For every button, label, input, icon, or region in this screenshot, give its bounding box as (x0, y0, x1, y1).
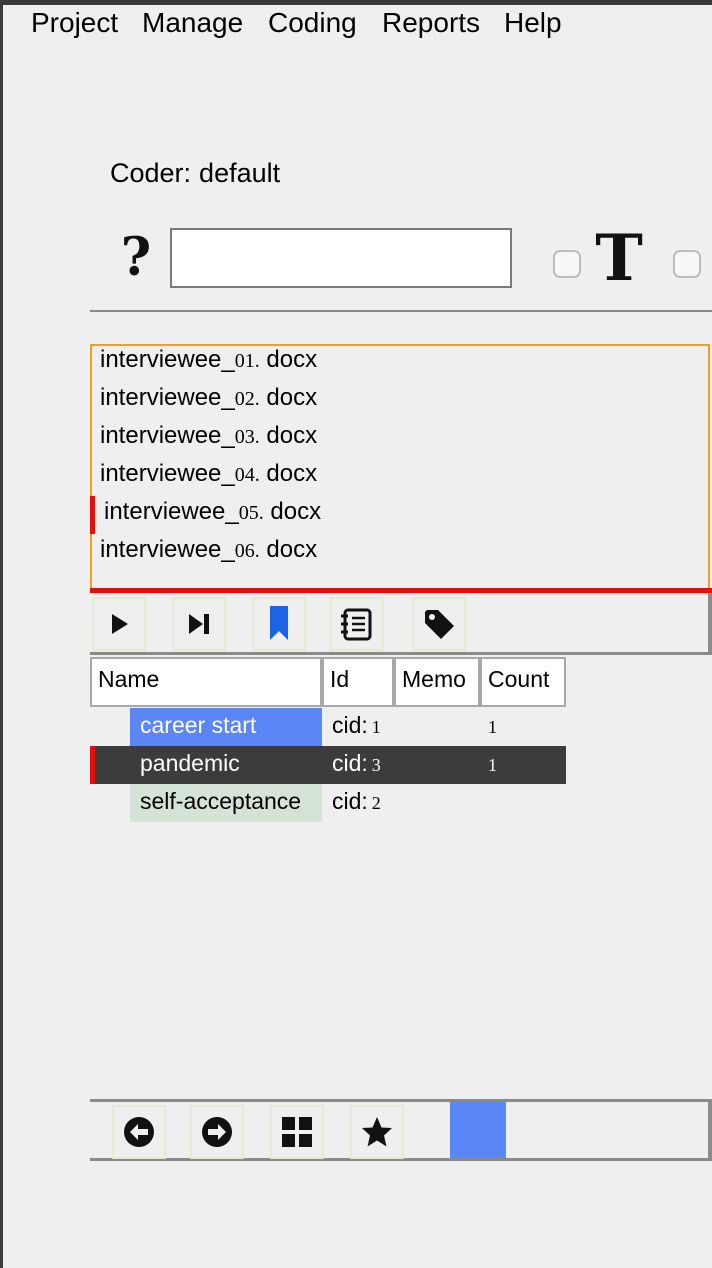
case-sensitive-checkbox[interactable] (553, 250, 581, 278)
menu-reports[interactable]: Reports (382, 5, 480, 41)
code-id-label: cid: (332, 712, 368, 738)
grid-icon (282, 1117, 312, 1147)
table-row[interactable]: self-acceptance cid: 2 (90, 784, 566, 822)
tag-icon (425, 610, 454, 639)
notebook-icon (341, 608, 372, 641)
toolbar-right-edge (708, 593, 712, 655)
file-name-stem: interviewee_ (100, 384, 235, 411)
bookmark-icon (270, 606, 288, 640)
document-toolbar (90, 593, 712, 655)
arrow-left-circle-icon (124, 1117, 154, 1147)
file-name-stem: interviewee_ (100, 536, 235, 563)
help-question-icon[interactable]: ? (114, 228, 158, 288)
code-name-cell[interactable]: career start (130, 708, 322, 746)
file-name-number: 02. (234, 388, 260, 410)
column-header-count[interactable]: Count (480, 657, 566, 707)
code-name-cell[interactable]: pandemic (130, 746, 322, 784)
file-list-item[interactable]: interviewee_04. docx (100, 460, 317, 498)
code-count-cell: 1 (488, 755, 497, 775)
menu-manage[interactable]: Manage (142, 5, 243, 41)
code-id-cell: cid: 3 (332, 746, 381, 782)
code-id-number: 3 (371, 755, 381, 775)
memo-button[interactable] (330, 597, 384, 651)
code-id-number: 1 (371, 717, 381, 737)
column-header-memo[interactable]: Memo (394, 657, 480, 707)
bookmark-button[interactable] (252, 597, 306, 651)
file-list-item[interactable]: interviewee_01. docx (100, 346, 317, 384)
skip-next-button[interactable] (172, 597, 226, 651)
file-name-number: 03. (234, 426, 260, 448)
regex-checkbox[interactable] (673, 250, 701, 278)
file-name-stem: interviewee_ (100, 346, 235, 373)
code-id-cell: cid: 2 (332, 784, 381, 820)
tag-button[interactable] (412, 597, 466, 651)
menu-help[interactable]: Help (504, 5, 562, 41)
selected-row-marker (90, 746, 95, 784)
file-list-item[interactable]: interviewee_03. docx (100, 422, 317, 460)
selected-file-marker (90, 496, 95, 534)
file-name-extension: docx (259, 346, 318, 373)
star-icon (362, 1117, 392, 1147)
menu-project[interactable]: Project (31, 5, 118, 41)
code-name-cell[interactable]: self-acceptance (130, 784, 322, 822)
file-name-extension: docx (259, 536, 318, 563)
code-count-cell: 1 (488, 717, 497, 737)
grid-view-button[interactable] (270, 1105, 324, 1159)
file-list-item[interactable]: interviewee_02. docx (100, 384, 317, 422)
file-name-extension: docx (263, 498, 322, 525)
text-search-icon: T (595, 221, 643, 296)
menubar: Project Manage Coding Reports Help (3, 5, 712, 41)
table-row[interactable]: pandemic cid: 3 1 (90, 746, 566, 784)
file-name-number: 05. (238, 502, 264, 524)
skip-next-icon (189, 614, 209, 634)
window-left-edge (0, 5, 3, 1268)
file-name-extension: docx (259, 460, 318, 487)
file-name-extension: docx (259, 422, 318, 449)
divider (90, 310, 712, 312)
code-id-label: cid: (332, 750, 368, 776)
column-header-id[interactable]: Id (322, 657, 394, 707)
table-row[interactable]: career start cid: 1 1 (90, 708, 566, 746)
file-list[interactable]: interviewee_01. docx interviewee_02. docx… (90, 344, 710, 590)
code-id-cell: cid: 1 (332, 708, 381, 744)
file-name-number: 06. (234, 540, 260, 562)
previous-button[interactable] (112, 1105, 166, 1159)
coder-label: Coder: default (110, 158, 280, 189)
arrow-right-circle-icon (202, 1117, 232, 1147)
bottom-toolbar-right-edge (708, 1099, 712, 1161)
coder-label-text: Coder: (110, 158, 192, 188)
column-header-name[interactable]: Name (90, 657, 322, 707)
play-button[interactable] (92, 597, 146, 651)
file-name-stem: interviewee_ (100, 422, 235, 449)
coder-name: default (199, 158, 281, 188)
code-id-number: 2 (371, 793, 381, 813)
file-name-number: 01. (234, 350, 260, 372)
file-name-extension: docx (259, 384, 318, 411)
file-name-number: 04. (234, 464, 260, 486)
color-swatch-button[interactable] (450, 1102, 506, 1158)
menu-coding[interactable]: Coding (268, 5, 357, 41)
search-input[interactable] (170, 228, 512, 288)
file-name-stem: interviewee_ (100, 460, 235, 487)
next-button[interactable] (190, 1105, 244, 1159)
code-id-label: cid: (332, 788, 368, 814)
file-list-item[interactable]: interviewee_06. docx (100, 536, 317, 574)
bottom-toolbar (90, 1099, 712, 1161)
important-button[interactable] (350, 1105, 404, 1159)
play-icon (112, 614, 128, 634)
file-list-item[interactable]: interviewee_05. docx (104, 498, 321, 536)
file-name-stem: interviewee_ (104, 498, 239, 525)
